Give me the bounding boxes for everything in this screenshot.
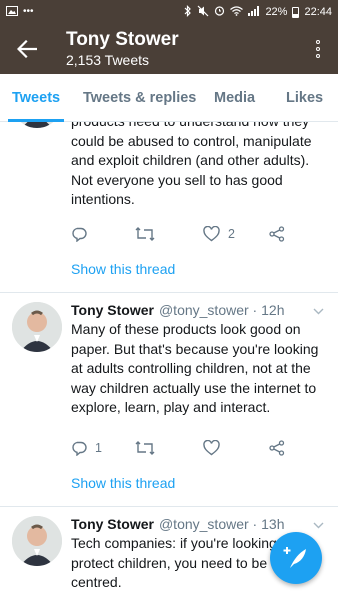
tweet-time: 12h: [261, 302, 285, 318]
author-handle[interactable]: @tony_stower: [159, 301, 249, 319]
share-button[interactable]: [269, 440, 285, 456]
chevron-down-icon: [313, 522, 324, 529]
tweet-feed[interactable]: products need to understand how they cou…: [0, 122, 338, 600]
alarm-icon: [214, 5, 225, 19]
reply-count: 1: [95, 441, 102, 455]
tweet[interactable]: Tony Stower @tony_stower · 12h Many of t…: [0, 293, 338, 507]
heart-icon: [203, 440, 220, 456]
more-notifications-icon: •••: [23, 6, 34, 17]
mute-icon: [197, 5, 209, 20]
tweet-header: Tony Stower @tony_stower · 13h: [71, 515, 326, 533]
tweet-text: products need to understand how they cou…: [71, 122, 312, 207]
separator: ·: [248, 302, 262, 318]
reply-icon: [72, 227, 87, 242]
status-left: •••: [6, 5, 34, 19]
battery-percent: 22%: [265, 6, 288, 18]
author-name[interactable]: Tony Stower: [71, 515, 154, 533]
tab-media[interactable]: Media: [214, 74, 255, 121]
author-name[interactable]: Tony Stower: [71, 301, 154, 319]
share-icon: [269, 440, 285, 456]
tweet-actions: 1: [71, 437, 298, 459]
tweet-actions: 2: [71, 223, 298, 245]
retweet-button[interactable]: [135, 440, 203, 456]
gallery-notification-icon: [6, 5, 18, 19]
avatar[interactable]: [12, 516, 62, 566]
tweet-header: Tony Stower @tony_stower · 12h: [71, 301, 326, 319]
tab-tweets[interactable]: Tweets: [12, 74, 60, 121]
heart-icon: [203, 226, 220, 242]
dot-icon: [316, 54, 320, 58]
tweet-body: products need to understand how they cou…: [71, 122, 326, 210]
reply-button[interactable]: 1: [71, 440, 135, 456]
like-button[interactable]: [203, 440, 269, 456]
profile-header: Tony Stower 2,153 Tweets: [0, 24, 338, 74]
battery-icon: [292, 6, 300, 18]
bluetooth-icon: [184, 4, 192, 20]
tab-tweets-replies[interactable]: Tweets & replies: [83, 74, 196, 121]
tweet-menu-button[interactable]: [313, 515, 324, 533]
tweet-time: 13h: [261, 516, 285, 532]
more-options-button[interactable]: [308, 34, 328, 64]
retweet-icon: [135, 441, 155, 455]
show-thread-link[interactable]: Show this thread: [71, 261, 175, 277]
compose-tweet-button[interactable]: [270, 532, 322, 584]
signal-icon: [248, 5, 260, 19]
status-right: 22% 22:44: [184, 4, 332, 20]
status-bar: ••• 22% 22:44: [0, 0, 338, 24]
clock: 22:44: [304, 6, 332, 18]
chevron-down-icon: [313, 308, 324, 315]
separator: ·: [248, 516, 262, 532]
tweet-text: Many of these products look good on pape…: [71, 321, 319, 415]
like-count: 2: [228, 227, 235, 241]
avatar[interactable]: [12, 122, 62, 128]
tweet-count: 2,153 Tweets: [66, 52, 150, 68]
retweet-icon: [135, 227, 155, 241]
feather-plus-icon: [283, 547, 306, 568]
dot-icon: [316, 40, 320, 44]
retweet-button[interactable]: [135, 226, 203, 242]
arrow-left-icon: [17, 40, 37, 58]
tweet-body: Tony Stower @tony_stower · 12h Many of t…: [71, 301, 326, 418]
profile-tabs: Tweets Tweets & replies Media Likes: [0, 74, 338, 122]
avatar[interactable]: [12, 302, 62, 352]
show-thread-link[interactable]: Show this thread: [71, 475, 175, 491]
share-icon: [269, 226, 285, 242]
profile-name: Tony Stower: [66, 29, 179, 50]
tab-likes[interactable]: Likes: [286, 74, 323, 121]
author-handle[interactable]: @tony_stower: [159, 515, 249, 533]
back-button[interactable]: [14, 36, 40, 62]
wifi-icon: [230, 5, 244, 19]
reply-button[interactable]: [71, 226, 135, 242]
dot-icon: [316, 47, 320, 51]
share-button[interactable]: [269, 226, 285, 242]
reply-icon: [72, 441, 87, 456]
tweet[interactable]: products need to understand how they cou…: [0, 122, 338, 292]
header-titles: Tony Stower 2,153 Tweets: [66, 29, 308, 69]
like-button[interactable]: 2: [203, 226, 269, 242]
tweet-menu-button[interactable]: [313, 301, 324, 319]
